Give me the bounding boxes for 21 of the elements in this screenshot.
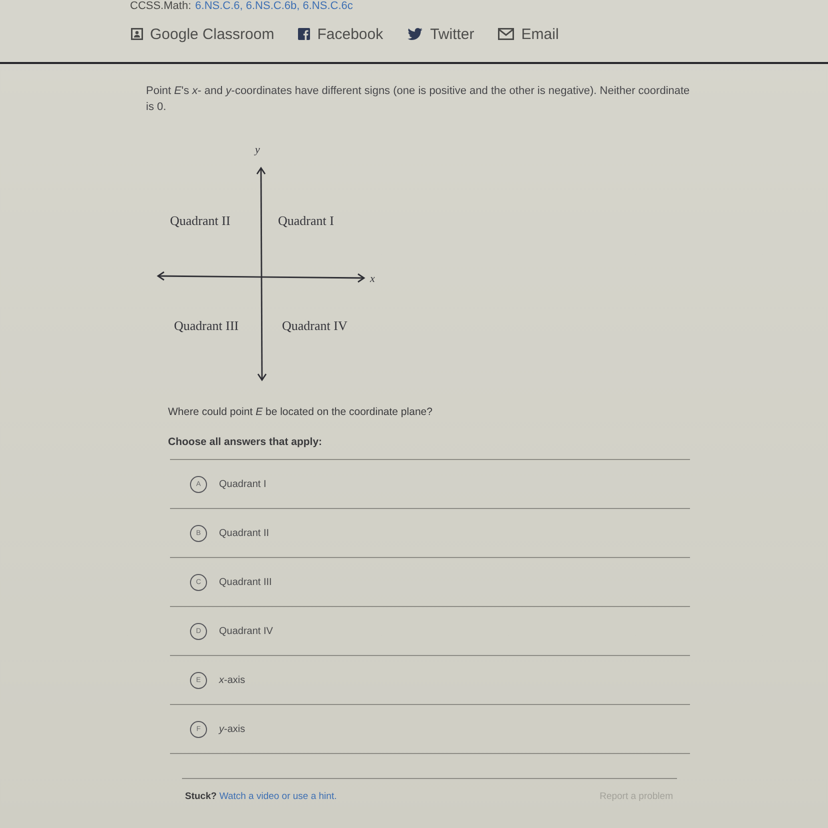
share-link[interactable]: Twitter bbox=[407, 26, 474, 42]
standards-label: CCSS.Math: bbox=[130, 0, 192, 12]
share-link[interactable]: Facebook bbox=[298, 26, 384, 42]
hint-link[interactable]: Watch a video or use a hint. bbox=[219, 791, 337, 802]
facebook-icon bbox=[298, 28, 310, 40]
envelope-icon bbox=[498, 28, 514, 40]
standards-links[interactable]: 6.NS.C.6, 6.NS.C.6b, 6.NS.C.6c bbox=[195, 0, 353, 12]
board-icon bbox=[131, 28, 143, 40]
bird-icon bbox=[407, 28, 424, 40]
share-link[interactable]: Google Classroom bbox=[131, 26, 274, 42]
question-text: Point E's x- and y-coordinates have different signs (one is positive and the other is negative). Neither coordinate is 0. bbox=[146, 84, 691, 115]
quadrant-label: Quadrant IV bbox=[282, 318, 348, 333]
instruction-text: Choose all answers that apply: bbox=[168, 435, 322, 449]
axis-label: x bbox=[370, 273, 375, 285]
quadrant-label: Quadrant I bbox=[278, 213, 334, 228]
axis-label: y bbox=[255, 144, 260, 156]
quadrant-label: Quadrant II bbox=[170, 213, 230, 228]
question-prompt: Where could point E be located on the coordinate plane? bbox=[168, 405, 432, 419]
help-prompt: Stuck? Watch a video or use a hint. bbox=[185, 791, 337, 802]
share-link[interactable]: Email bbox=[498, 26, 559, 42]
quadrant-label: Quadrant III bbox=[174, 318, 239, 333]
